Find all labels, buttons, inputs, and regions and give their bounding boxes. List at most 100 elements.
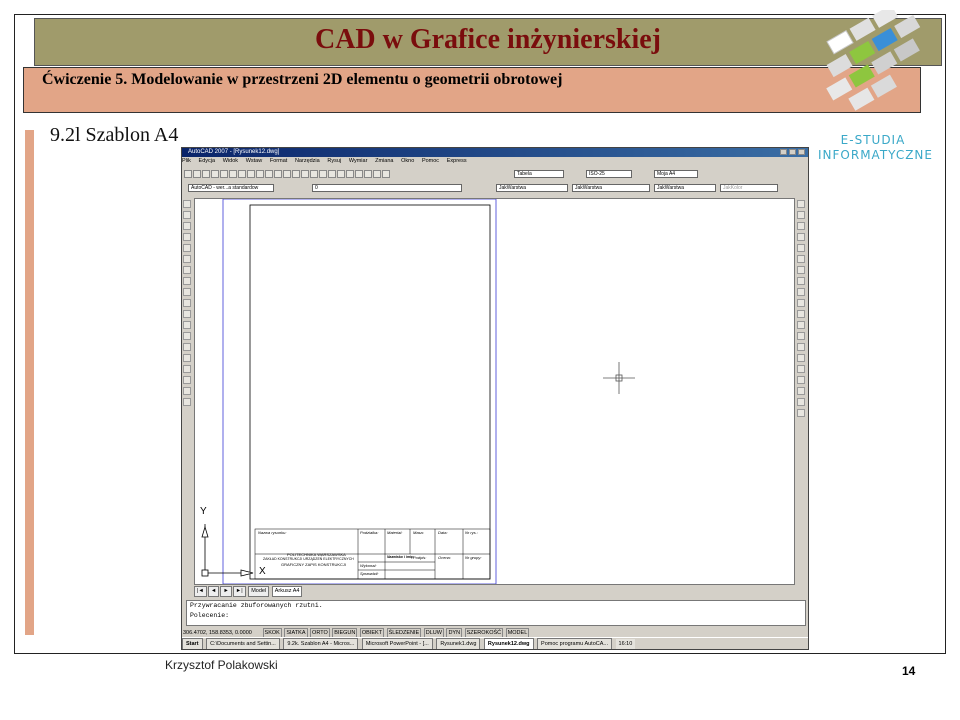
tab-nav-next-icon[interactable]: ► bbox=[220, 586, 232, 597]
command-window[interactable]: Przywracanie zbuforowanych rzutni. Polec… bbox=[186, 600, 806, 626]
scale-icon[interactable] bbox=[797, 277, 805, 285]
menu-express[interactable]: Express bbox=[447, 158, 467, 164]
offset-icon[interactable] bbox=[797, 233, 805, 241]
arc-icon[interactable] bbox=[183, 255, 191, 263]
help-icon[interactable] bbox=[382, 170, 390, 178]
point-icon[interactable] bbox=[183, 343, 191, 351]
publish-icon[interactable] bbox=[229, 170, 237, 178]
new-icon[interactable] bbox=[184, 170, 192, 178]
dim-style-select[interactable]: ISO-25 bbox=[586, 170, 632, 178]
preview-icon[interactable] bbox=[220, 170, 228, 178]
zoom-window-icon[interactable] bbox=[310, 170, 318, 178]
polyline-icon[interactable] bbox=[183, 222, 191, 230]
spline-icon[interactable] bbox=[183, 288, 191, 296]
taskbar-item-rysunek12[interactable]: Rysunek12.dwg bbox=[483, 638, 534, 649]
make-block-icon[interactable] bbox=[183, 332, 191, 340]
menu-widok[interactable]: Widok bbox=[223, 158, 238, 164]
cut-icon[interactable] bbox=[238, 170, 246, 178]
markup-icon[interactable] bbox=[364, 170, 372, 178]
fillet-icon[interactable] bbox=[797, 354, 805, 362]
array-icon[interactable] bbox=[797, 244, 805, 252]
line-icon[interactable] bbox=[183, 200, 191, 208]
menu-format[interactable]: Format bbox=[270, 158, 287, 164]
plot-icon[interactable] bbox=[211, 170, 219, 178]
tab-model[interactable]: Model bbox=[248, 586, 270, 597]
rotate-icon[interactable] bbox=[797, 266, 805, 274]
dim-radius-icon[interactable] bbox=[797, 398, 805, 406]
close-icon[interactable] bbox=[798, 149, 805, 155]
command-prompt[interactable]: Polecenie: bbox=[190, 611, 805, 621]
join-icon[interactable] bbox=[797, 332, 805, 340]
chamfer-icon[interactable] bbox=[797, 343, 805, 351]
menu-edycja[interactable]: Edycja bbox=[199, 158, 216, 164]
menu-okno[interactable]: Okno bbox=[401, 158, 414, 164]
tool-palettes-icon[interactable] bbox=[346, 170, 354, 178]
menu-plik[interactable]: Plik bbox=[182, 158, 191, 164]
menu-wstaw[interactable]: Wstaw bbox=[246, 158, 263, 164]
stretch-icon[interactable] bbox=[797, 288, 805, 296]
move-icon[interactable] bbox=[797, 255, 805, 263]
table-icon[interactable] bbox=[183, 387, 191, 395]
calculator-icon[interactable] bbox=[373, 170, 381, 178]
tab-nav-last-icon[interactable]: ►| bbox=[232, 586, 246, 597]
region-icon[interactable] bbox=[183, 376, 191, 384]
properties-icon[interactable] bbox=[328, 170, 336, 178]
taskbar-item-help[interactable]: Pomoc programu AutoCA... bbox=[537, 638, 612, 649]
extend-icon[interactable] bbox=[797, 310, 805, 318]
start-button[interactable]: Start bbox=[182, 638, 203, 649]
linetype-select[interactable]: JakWarstwa bbox=[572, 184, 650, 192]
design-center-icon[interactable] bbox=[337, 170, 345, 178]
taskbar-item-powerpoint[interactable]: Microsoft PowerPoint - [... bbox=[361, 638, 433, 649]
pan-icon[interactable] bbox=[292, 170, 300, 178]
redo-icon[interactable] bbox=[283, 170, 291, 178]
break-icon[interactable] bbox=[797, 321, 805, 329]
polygon-icon[interactable] bbox=[183, 233, 191, 241]
taskbar-item-word[interactable]: 9.2k. Szablon A4 - Micros... bbox=[283, 638, 359, 649]
menu-wymiar[interactable]: Wymiar bbox=[349, 158, 368, 164]
maximize-icon[interactable] bbox=[789, 149, 796, 155]
text-style-select[interactable]: Tabela bbox=[514, 170, 564, 178]
erase-icon[interactable] bbox=[797, 200, 805, 208]
zoom-previous-icon[interactable] bbox=[319, 170, 327, 178]
dim-linear-icon[interactable] bbox=[797, 376, 805, 384]
menu-rysuj[interactable]: Rysuj bbox=[327, 158, 341, 164]
ellipse-icon[interactable] bbox=[183, 299, 191, 307]
ellipse-arc-icon[interactable] bbox=[183, 310, 191, 318]
mtext-icon[interactable] bbox=[183, 398, 191, 406]
taskbar-item-rysunek1[interactable]: Rysunek1.dwg bbox=[436, 638, 481, 649]
paste-icon[interactable] bbox=[256, 170, 264, 178]
trim-icon[interactable] bbox=[797, 299, 805, 307]
workspace-select[interactable]: AutoCAD - wer...a standardow bbox=[188, 184, 274, 192]
menu-zmiana[interactable]: Zmiana bbox=[375, 158, 393, 164]
revcloud-icon[interactable] bbox=[183, 277, 191, 285]
dim-aligned-icon[interactable] bbox=[797, 387, 805, 395]
sheet-set-icon[interactable] bbox=[355, 170, 363, 178]
rectangle-icon[interactable] bbox=[183, 244, 191, 252]
table-style-select[interactable]: Moja A4 bbox=[654, 170, 698, 178]
match-icon[interactable] bbox=[265, 170, 273, 178]
copy-icon[interactable] bbox=[247, 170, 255, 178]
hatch-icon[interactable] bbox=[183, 354, 191, 362]
dim-angular-icon[interactable] bbox=[797, 409, 805, 417]
insert-block-icon[interactable] bbox=[183, 321, 191, 329]
save-icon[interactable] bbox=[202, 170, 210, 178]
layer-select[interactable]: 0 bbox=[312, 184, 462, 192]
tab-nav-prev-icon[interactable]: ◄ bbox=[207, 586, 220, 597]
undo-icon[interactable] bbox=[274, 170, 282, 178]
tab-arkusz-a4[interactable]: Arkusz A4 bbox=[271, 586, 303, 597]
mirror-icon[interactable] bbox=[797, 222, 805, 230]
minimize-icon[interactable] bbox=[780, 149, 787, 155]
circle-icon[interactable] bbox=[183, 266, 191, 274]
zoom-icon[interactable] bbox=[301, 170, 309, 178]
tab-nav-first-icon[interactable]: |◄ bbox=[194, 586, 207, 597]
plotstyle-select[interactable]: JakKolor bbox=[720, 184, 778, 192]
menu-pomoc[interactable]: Pomoc bbox=[422, 158, 439, 164]
gradient-icon[interactable] bbox=[183, 365, 191, 373]
drawing-canvas[interactable]: Y X Nazwa rysunku: Podziałka: Materiał: … bbox=[194, 198, 795, 585]
menu-narzedzia[interactable]: Narzędzia bbox=[295, 158, 320, 164]
explode-icon[interactable] bbox=[797, 365, 805, 373]
construction-line-icon[interactable] bbox=[183, 211, 191, 219]
open-icon[interactable] bbox=[193, 170, 201, 178]
lineweight-select[interactable]: JakWarstwa bbox=[654, 184, 716, 192]
copy-object-icon[interactable] bbox=[797, 211, 805, 219]
